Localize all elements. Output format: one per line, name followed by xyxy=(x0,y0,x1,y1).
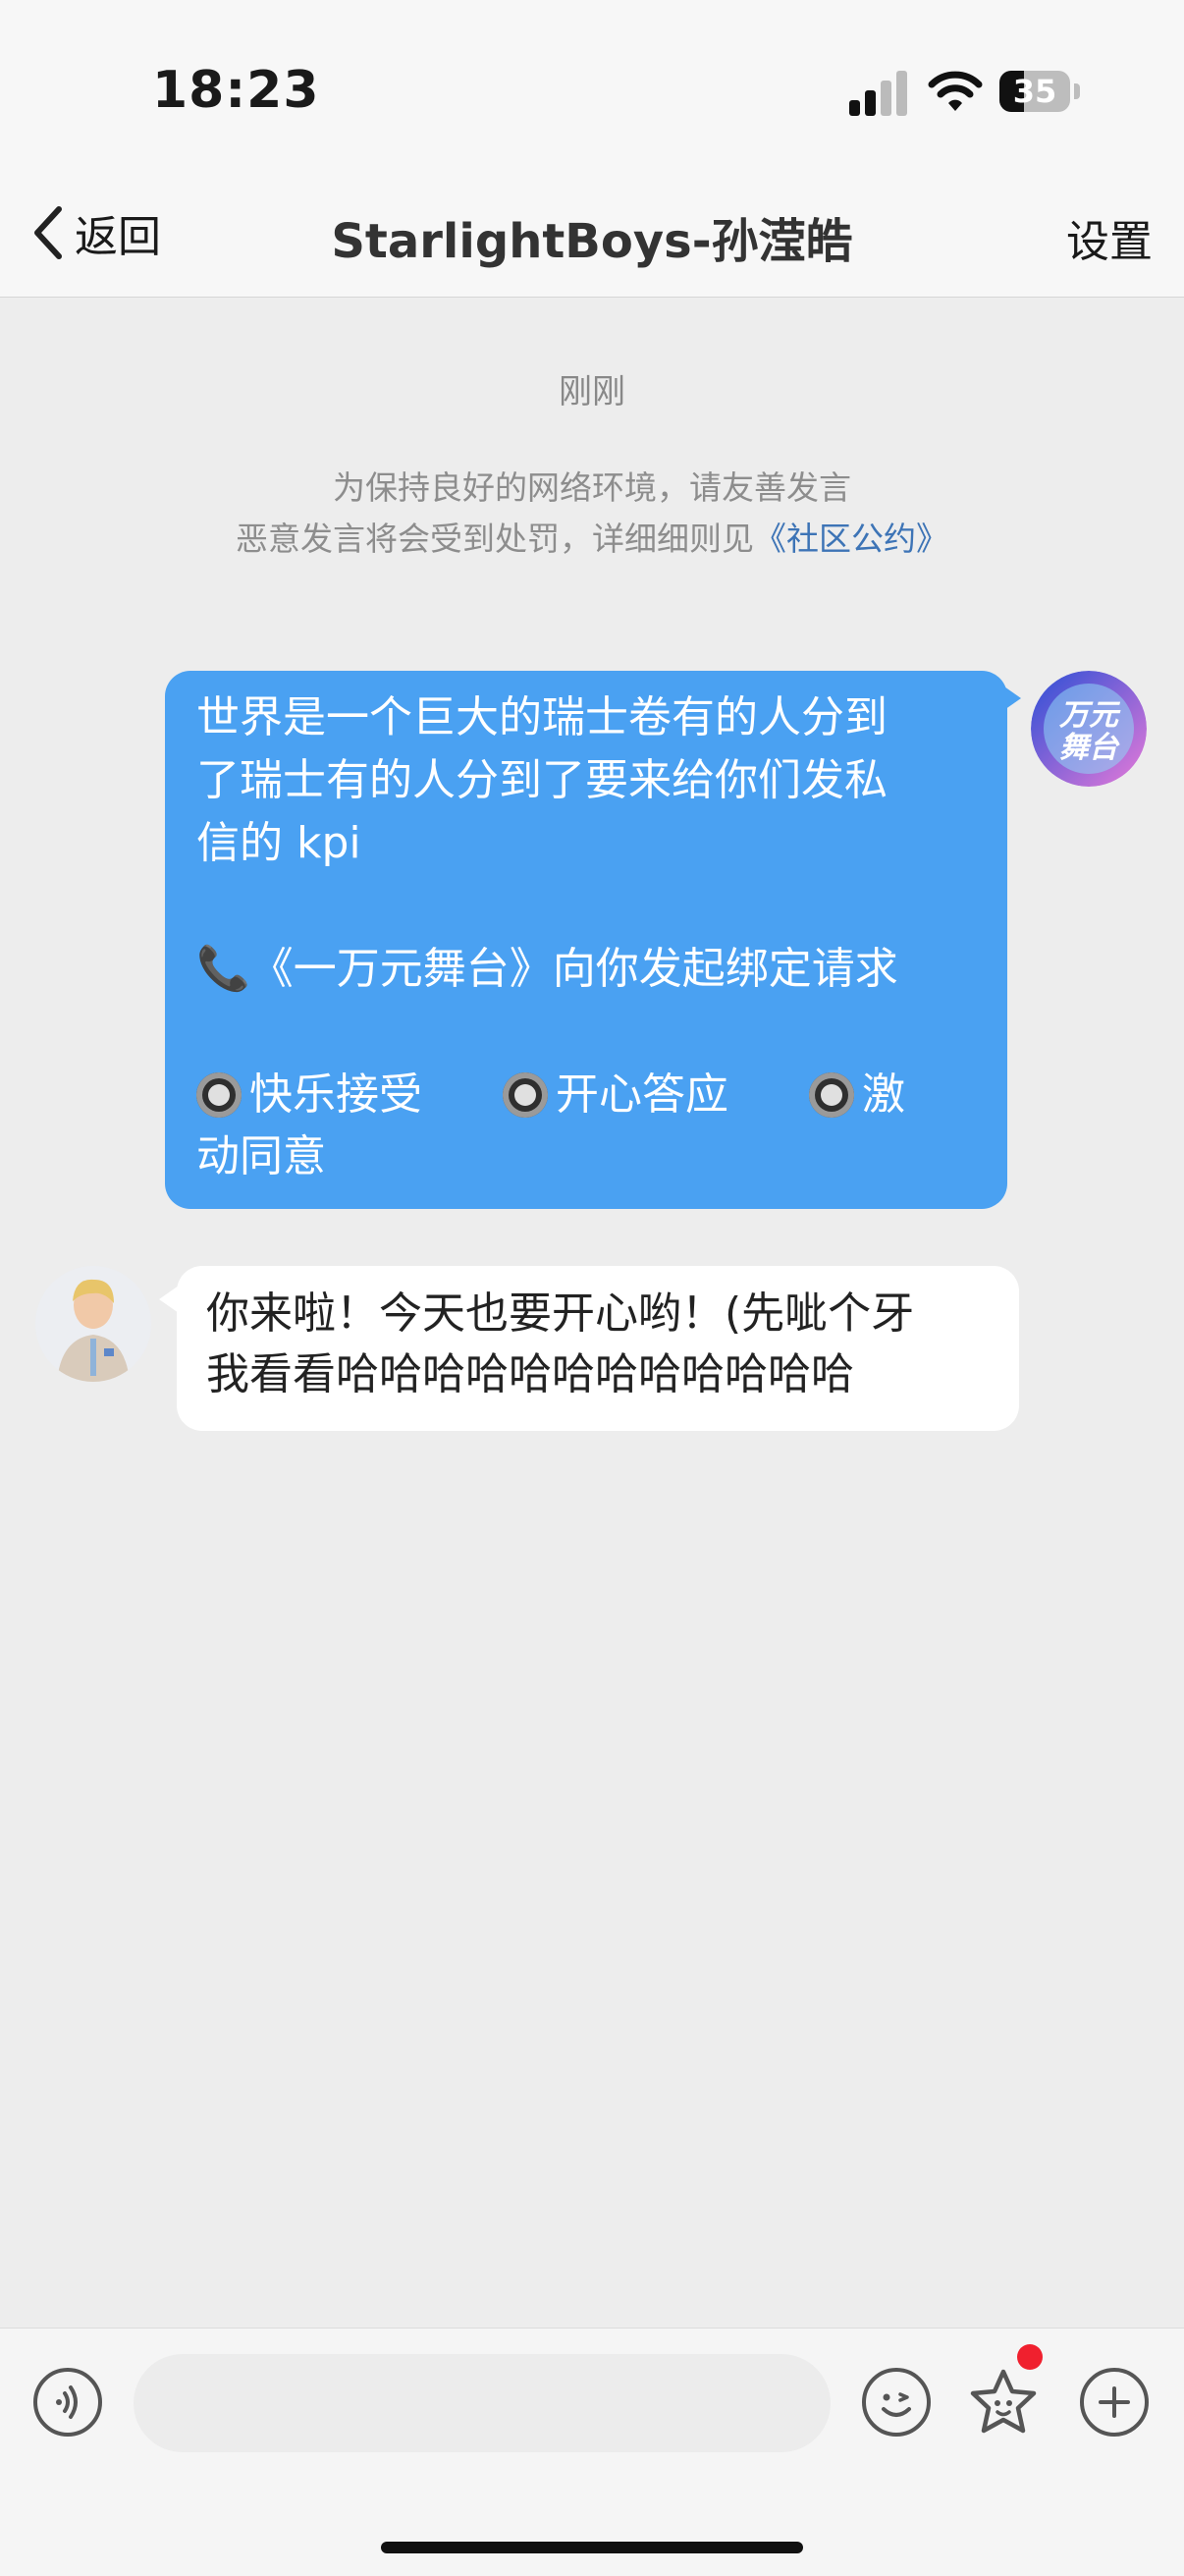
option-label: 激 xyxy=(862,1069,905,1120)
message-line: 世界是一个巨大的瑞士卷有的人分到 xyxy=(196,692,888,742)
notice-line-2: 恶意发言将会受到处罚，详细细则见《社区公约》 xyxy=(0,514,1184,565)
emoji-icon[interactable] xyxy=(862,2368,931,2437)
battery-percent: 35 xyxy=(1012,73,1057,110)
chat-title: StarlightBoys-孙滢皓 xyxy=(331,214,853,269)
option-excited-consent[interactable]: 激 xyxy=(809,1064,905,1126)
community-notice: 为保持良好的网络环境，请友善发言 恶意发言将会受到处罚，详细细则见《社区公约》 xyxy=(0,463,1184,565)
phone-icon: 📞 xyxy=(196,944,250,994)
notification-dot xyxy=(1017,2344,1043,2370)
option-label: 开心答应 xyxy=(556,1069,728,1120)
star-sticker-icon[interactable] xyxy=(964,2364,1043,2442)
chat-area[interactable]: 刚刚 为保持良好的网络环境，请友善发言 恶意发言将会受到处罚，详细细则见《社区公… xyxy=(0,298,1184,2328)
battery-icon: 35 xyxy=(999,71,1070,112)
voice-icon[interactable] xyxy=(33,2368,102,2437)
community-rules-link[interactable]: 《社区公约》 xyxy=(754,520,948,558)
svg-text:舞台: 舞台 xyxy=(1059,731,1120,765)
status-time: 18:23 xyxy=(152,61,320,120)
radio-button-icon xyxy=(196,1072,242,1118)
message-input[interactable] xyxy=(134,2354,831,2452)
invite-line: 📞《一万元舞台》向你发起绑定请求 xyxy=(196,938,976,1001)
message-line: 我看看哈哈哈哈哈哈哈哈哈哈哈哈 xyxy=(206,1349,854,1399)
message-line: 你来啦！今天也要开心哟！(先呲个牙 xyxy=(206,1288,915,1339)
message-line: 了瑞士有的人分到了要来给你们发私 xyxy=(196,755,888,805)
incoming-message-bubble[interactable]: 你来啦！今天也要开心哟！(先呲个牙 我看看哈哈哈哈哈哈哈哈哈哈哈哈 xyxy=(177,1266,1019,1431)
option-label: 快乐接受 xyxy=(249,1069,422,1120)
settings-button[interactable]: 设置 xyxy=(1066,206,1153,269)
notice-text: 恶意发言将会受到处罚，详细细则见 xyxy=(236,520,754,558)
nav-bar: 返回 StarlightBoys-孙滢皓 设置 xyxy=(0,177,1184,298)
status-bar: 18:23 35 xyxy=(0,0,1184,177)
invite-text: 《一万元舞台》向你发起绑定请求 xyxy=(249,944,898,994)
battery-tip xyxy=(1074,83,1080,99)
home-indicator xyxy=(381,2542,803,2553)
plus-icon[interactable] xyxy=(1080,2368,1149,2437)
option-glad-agree[interactable]: 开心答应 xyxy=(503,1064,728,1126)
wanyuan-stage-logo-icon[interactable]: 万元 舞台 xyxy=(1031,671,1147,787)
outgoing-message-bubble[interactable]: 世界是一个巨大的瑞士卷有的人分到 了瑞士有的人分到了要来给你们发私 信的 kpi… xyxy=(165,671,1007,1209)
input-bar xyxy=(0,2328,1184,2576)
incoming-bubble-tail xyxy=(159,1286,179,1313)
option-happy-accept[interactable]: 快乐接受 xyxy=(196,1064,422,1126)
radio-button-icon xyxy=(503,1072,548,1118)
svg-text:万元: 万元 xyxy=(1058,698,1121,733)
idol-avatar-icon[interactable] xyxy=(35,1266,151,1382)
radio-button-icon xyxy=(809,1072,854,1118)
message-timestamp: 刚刚 xyxy=(559,372,625,411)
cellular-signal-icon xyxy=(849,71,908,116)
notice-line-1: 为保持良好的网络环境，请友善发言 xyxy=(333,468,851,507)
message-line: 信的 kpi xyxy=(196,818,361,868)
wifi-icon xyxy=(928,71,983,111)
